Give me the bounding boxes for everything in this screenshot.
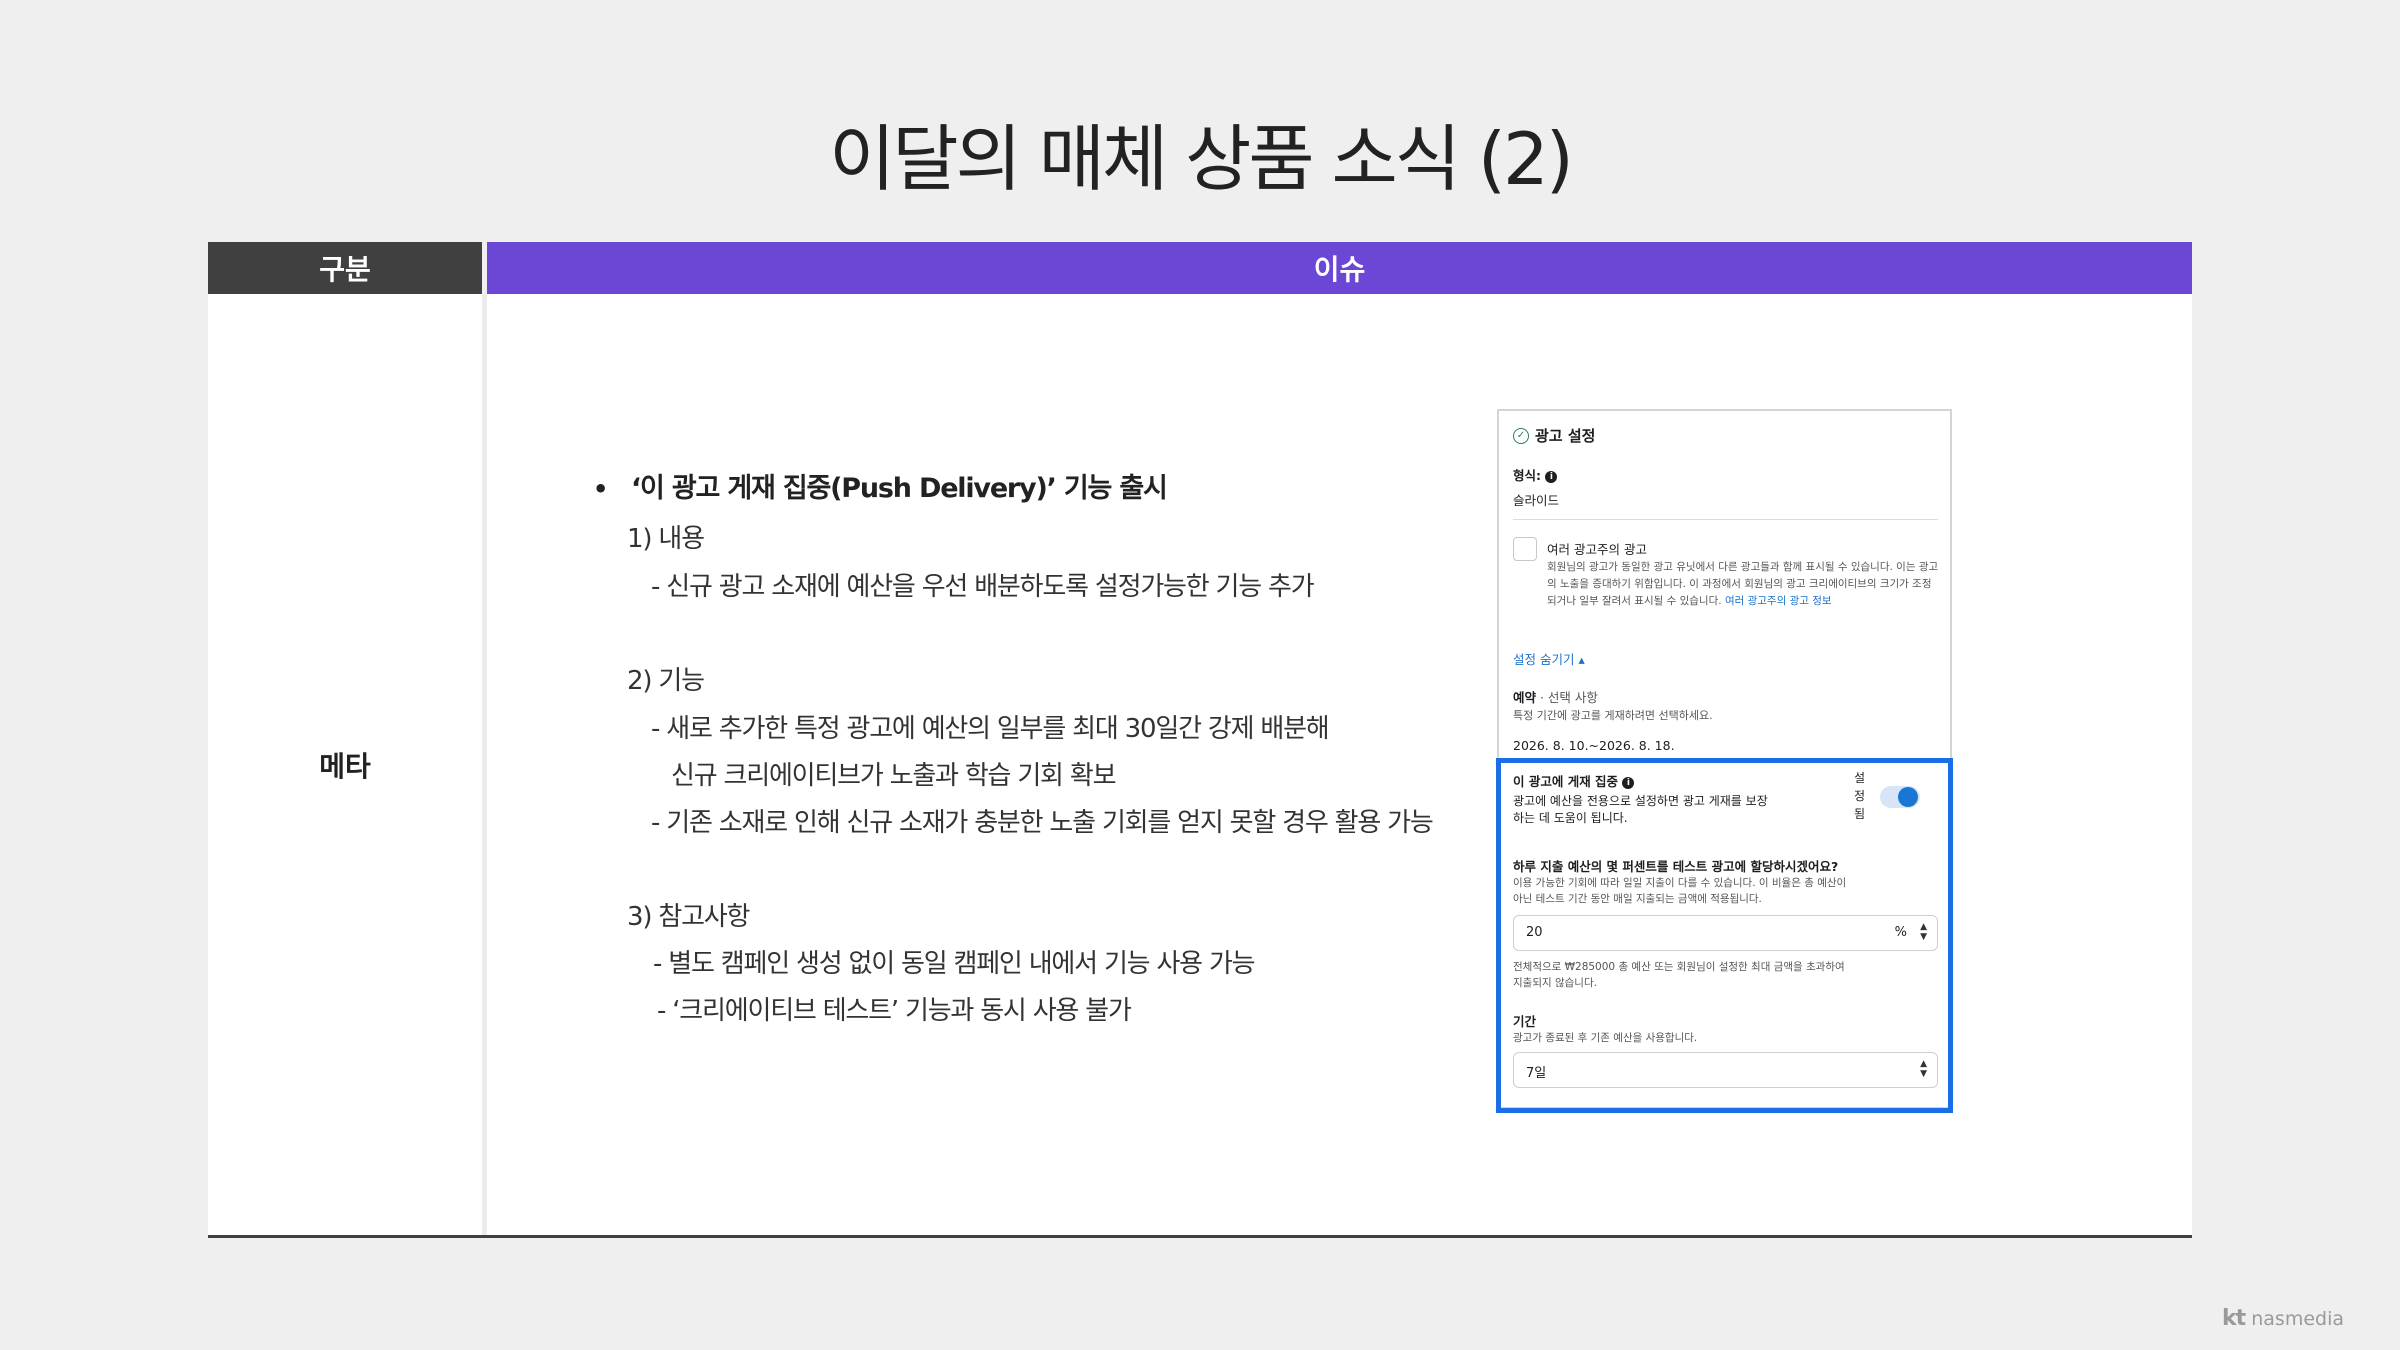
ad-settings-header: ✓ 광고 설정 — [1513, 425, 1595, 446]
format-label-text: 형식: — [1513, 468, 1541, 483]
logo-kt: kt — [2222, 1306, 2246, 1331]
bullet-icon: • — [593, 475, 608, 503]
bullet-title: ‘이 광고 게재 집중(Push Delivery)’ 기능 출시 — [631, 473, 1168, 504]
bullet-title-row: • ‘이 광고 게재 집중(Push Delivery)’ 기능 출시 — [593, 466, 1168, 505]
info-icon[interactable]: i — [1545, 470, 1558, 483]
row-label-cell: 메타 — [208, 294, 482, 1236]
logo-name: nasmedia — [2251, 1308, 2344, 1330]
section-2-item-2: - 기존 소재로 인해 신규 소재가 충분한 노출 기회를 얻지 못할 경우 활… — [651, 808, 1434, 838]
schedule-dates[interactable]: 2026. 8. 10.~2026. 8. 18. — [1513, 738, 1675, 753]
schedule-label: 예약 — [1513, 690, 1537, 705]
multi-advertiser-desc: 회원님의 광고가 동일한 광고 유닛에서 다른 광고들과 함께 표시될 수 있습… — [1547, 559, 1939, 610]
table-header-category: 구분 — [208, 242, 482, 294]
schedule-optional: · 선택 사항 — [1536, 690, 1598, 705]
schedule-label-row: 예약 · 선택 사항 — [1513, 687, 1598, 706]
format-value: 슬라이드 — [1513, 493, 1560, 508]
section-2-item-1a: - 새로 추가한 특정 광고에 예산의 일부를 최대 30일간 강제 배분해 — [651, 714, 1330, 744]
highlight-box — [1496, 758, 1953, 1113]
page-title: 이달의 매체 상품 소식 (2) — [829, 117, 1574, 201]
company-logo: kt nasmedia — [2222, 1306, 2344, 1331]
section-3-item-1: - 별도 캠페인 생성 없이 동일 캠페인 내에서 기능 사용 가능 — [653, 949, 1256, 979]
section-3-item-2: - ‘크리에이티브 테스트’ 기능과 동시 사용 불가 — [657, 996, 1132, 1026]
section-3-title: 3) 참고사항 — [627, 902, 750, 932]
ad-settings-title: 광고 설정 — [1535, 427, 1596, 445]
multi-advertiser-info-link[interactable]: 여러 광고주의 광고 정보 — [1725, 595, 1832, 607]
section-2-item-1b: 신규 크리에이티브가 노출과 학습 기회 확보 — [671, 761, 1116, 791]
table-header-issue: 이슈 — [487, 242, 2192, 294]
ad-settings-screenshot: ✓ 광고 설정 형식: i 슬라이드 여러 광고주의 광고 회원님의 광고가 동… — [1496, 409, 1953, 1113]
section-1-title: 1) 내용 — [627, 524, 705, 554]
schedule-desc: 특정 기간에 광고를 게재하려면 선택하세요. — [1513, 709, 1713, 722]
check-circle-icon: ✓ — [1513, 427, 1529, 444]
divider — [1513, 519, 1938, 520]
table-bottom-rule — [208, 1235, 2192, 1238]
format-label: 형식: i — [1513, 465, 1558, 484]
row-label: 메타 — [319, 750, 371, 783]
multi-advertiser-checkbox[interactable] — [1513, 537, 1537, 561]
multi-advertiser-label: 여러 광고주의 광고 — [1547, 542, 1647, 557]
hide-settings-link[interactable]: 설정 숨기기 ▴ — [1513, 649, 1585, 668]
section-2-title: 2) 기능 — [627, 666, 705, 696]
section-1-item-1: - 신규 광고 소재에 예산을 우선 배분하도록 설정가능한 기능 추가 — [651, 572, 1315, 602]
